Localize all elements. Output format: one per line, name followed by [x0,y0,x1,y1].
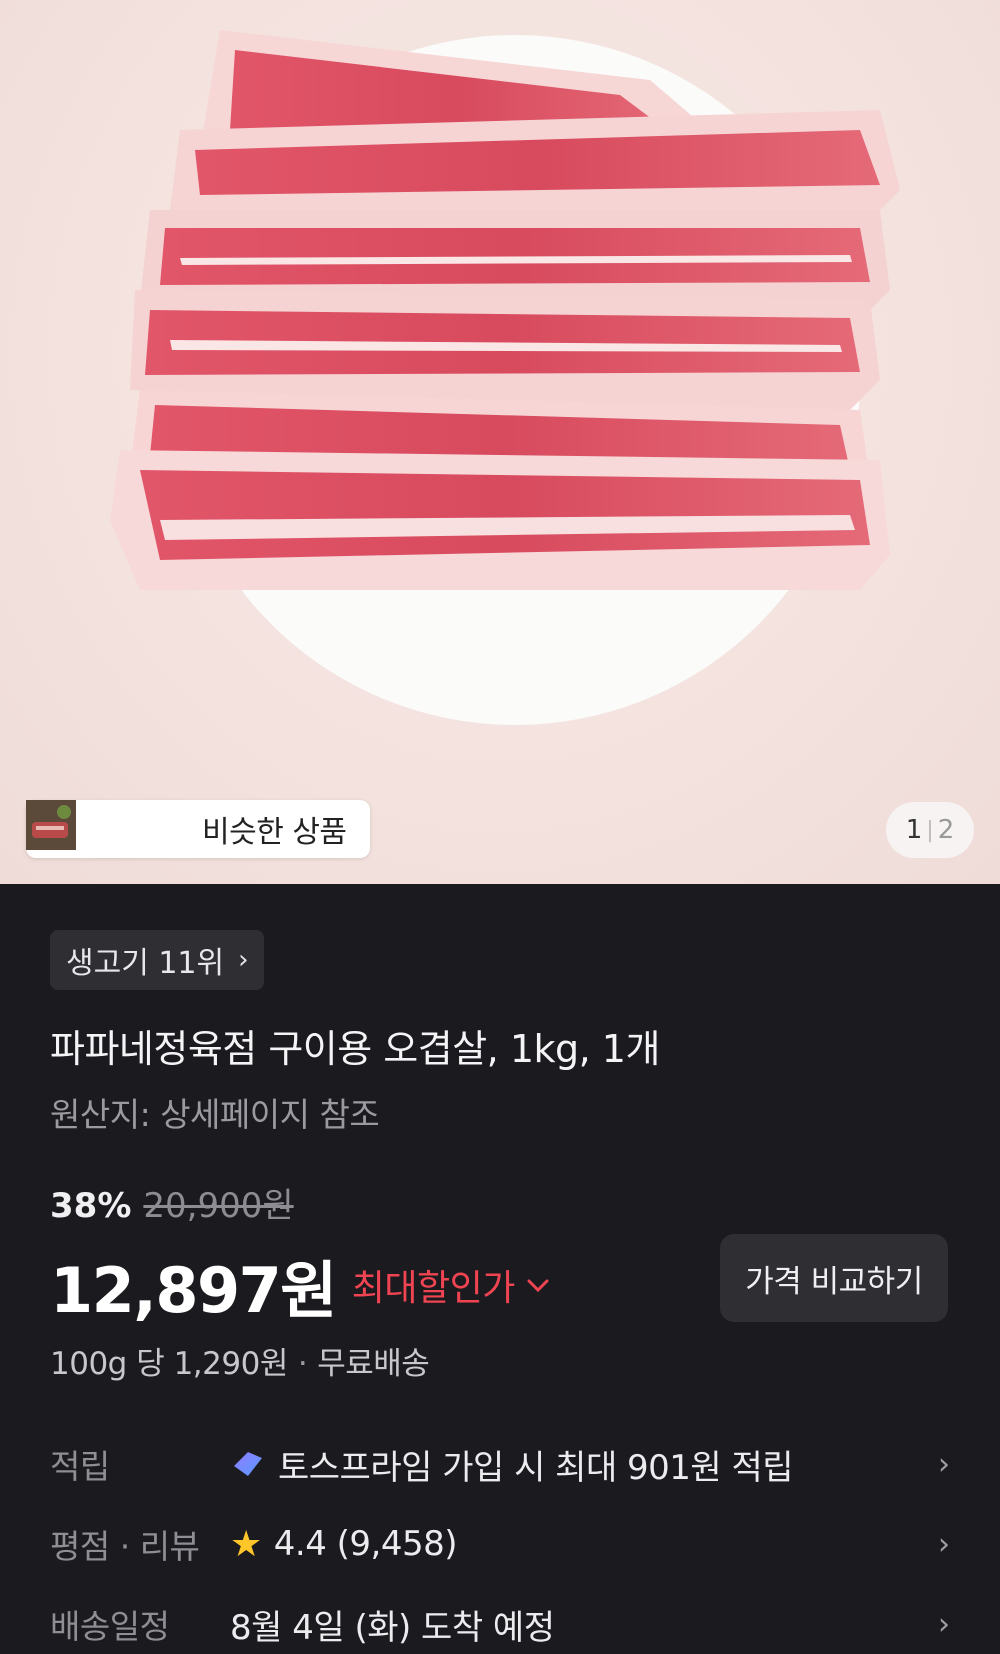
delivery-value: 8월 4일 (화) 도착 예정 [230,1607,555,1648]
product-title: 파파네정육점 구이용 오겹살, 1kg, 1개 [50,1027,660,1071]
reward-value: 토스프라임 가입 시 최대 901원 적립 [230,1440,920,1489]
reward-label: 적립 [50,1447,110,1486]
max-discount-toggle[interactable]: 최대할인가 [352,1259,516,1311]
rating-row[interactable]: 평점 · 리뷰 ★ 4.4 (9,458) › [50,1514,950,1574]
unit-price: 100g 당 1,290원 [50,1346,288,1382]
original-price: 20,900원 [143,1186,294,1226]
origin-info: 원산지: 상세페이지 참조 [50,1095,380,1134]
rating-text: 4.4 (9,458) [273,1524,458,1564]
reward-row[interactable]: 적립 토스프라임 가입 시 최대 901원 적립 › [50,1434,950,1494]
chevron-right-icon[interactable]: › [920,1447,950,1482]
pager-total: 2 [937,815,955,845]
similar-thumb-2 [26,800,134,854]
rating-label: 평점 · 리뷰 [50,1527,200,1566]
product-photo [110,30,900,725]
compare-price-button[interactable]: 가격 비교하기 [720,1234,948,1322]
star-icon: ★ [230,1523,262,1565]
unit-price-row: 100g 당 1,290원 · 무료배송 [50,1338,430,1383]
reward-text: 토스프라임 가입 시 최대 901원 적립 [278,1447,794,1488]
toss-prime-icon [230,1448,266,1480]
chevron-right-icon[interactable]: › [920,1607,950,1642]
shipping-info: 무료배송 [317,1346,430,1382]
sale-price: 12,897원 [50,1254,337,1327]
chevron-right-icon[interactable]: › [920,1527,950,1562]
rating-value: ★ 4.4 (9,458) [230,1524,920,1565]
rank-badge-label: 생고기 11위 [66,946,225,981]
category-rank-badge[interactable]: 생고기 11위 › [50,930,264,990]
similar-products-label: 비슷한 상품 [202,815,347,850]
chevron-right-icon: › [238,945,249,975]
delivery-label: 배송일정 [50,1607,170,1646]
discount-row: 38% 20,900원 [50,1178,294,1227]
pager-separator: | [926,817,934,843]
similar-thumb-3 [26,800,188,854]
delivery-row[interactable]: 배송일정 8월 4일 (화) 도착 예정 › [50,1594,950,1654]
pager-current: 1 [905,815,923,845]
chevron-down-icon[interactable] [527,1271,549,1299]
price-row: 12,897원 최대할인가 [50,1240,549,1330]
image-pager: 1 | 2 [886,802,974,858]
separator-dot: · [297,1346,308,1382]
product-image-carousel[interactable]: 비슷한 상품 1 | 2 [0,0,1000,884]
discount-rate: 38% [50,1186,132,1226]
similar-products-button[interactable]: 비슷한 상품 [26,800,370,858]
